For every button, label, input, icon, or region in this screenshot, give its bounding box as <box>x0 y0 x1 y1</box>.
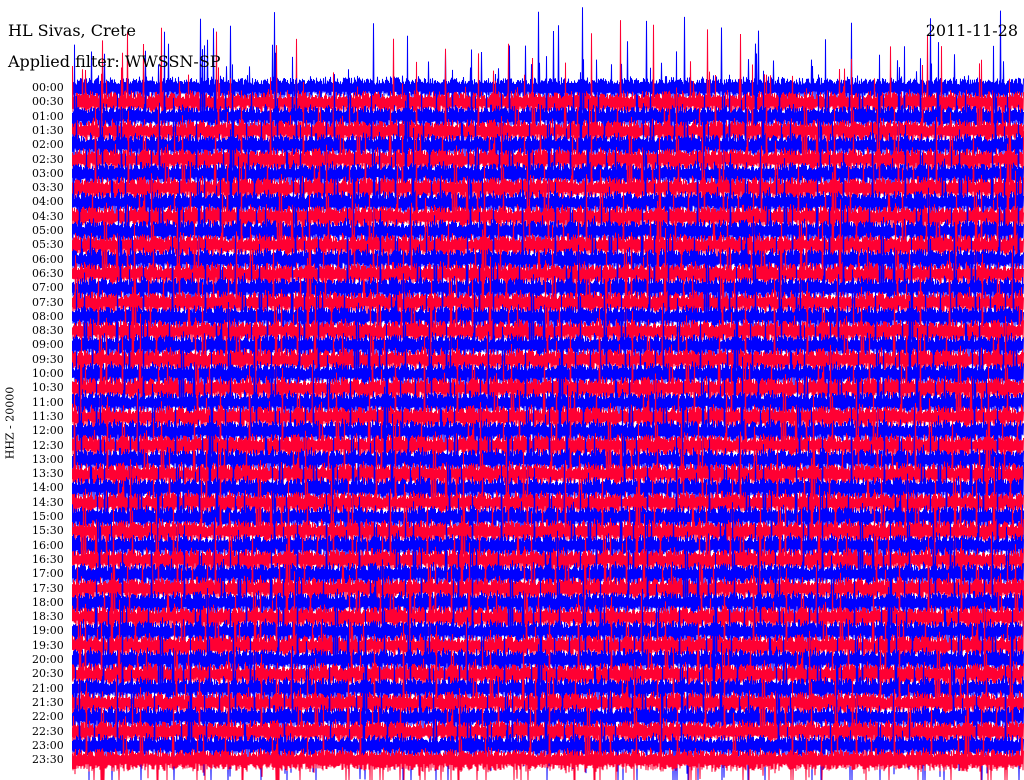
hour-tick-label: 15:30 <box>32 524 64 538</box>
hour-tick-label: 05:00 <box>32 224 64 237</box>
hour-tick-label: 07:30 <box>32 295 64 309</box>
hour-tick-label: 12:30 <box>32 438 64 452</box>
hour-tick-label: 07:00 <box>32 281 64 295</box>
hour-tick-label: 06:30 <box>32 266 64 280</box>
filter-label: Applied filter: WWSSN-SP <box>8 52 221 71</box>
hour-tick-label: 14:30 <box>32 495 64 509</box>
hour-tick-label: 23:30 <box>32 753 64 767</box>
hour-tick-label: 21:00 <box>32 681 64 695</box>
hour-tick-label: 02:00 <box>32 138 64 152</box>
hour-tick-label: 08:30 <box>32 324 64 338</box>
hour-tick-label: 04:30 <box>32 209 64 223</box>
hour-tick-label: 05:30 <box>32 238 64 252</box>
hour-tick-label: 11:00 <box>32 395 64 409</box>
hour-tick-label: 22:30 <box>32 724 64 738</box>
hour-tick-label: 17:00 <box>32 567 64 581</box>
hour-tick-label: 20:30 <box>32 667 64 681</box>
trace-canvas <box>72 7 1024 780</box>
hour-tick-label: 06:00 <box>32 252 64 266</box>
hour-tick-label: 17:30 <box>32 581 64 595</box>
hour-tick-label: 01:00 <box>32 109 64 123</box>
hour-tick-label: 03:00 <box>32 166 64 180</box>
hour-tick-label: 02:30 <box>32 152 64 166</box>
hour-tick-label: 16:30 <box>32 552 64 566</box>
date-label: 2011-11-28 <box>925 21 1018 40</box>
hour-tick-label: 03:30 <box>32 181 64 195</box>
helicorder-plot <box>72 0 1024 780</box>
hour-tick-label: 10:00 <box>32 367 64 380</box>
hour-tick-label: 00:00 <box>32 81 64 94</box>
hour-tick-label: 19:30 <box>32 638 64 652</box>
hour-tick-label: 18:30 <box>32 610 64 624</box>
hour-tick-label: 15:00 <box>32 510 64 523</box>
hour-tick-label: 14:00 <box>32 481 64 495</box>
hour-tick-label: 13:30 <box>32 467 64 481</box>
hour-tick-label: 13:00 <box>32 452 64 466</box>
hour-tick-label: 09:00 <box>32 338 64 352</box>
hour-tick-label: 19:00 <box>32 624 64 638</box>
hour-tick-label: 16:00 <box>32 538 64 552</box>
hour-tick-label: 21:30 <box>32 695 64 709</box>
hour-tick-label: 04:00 <box>32 195 64 209</box>
hour-tick-label: 20:00 <box>32 653 64 666</box>
hour-tick-label: 00:30 <box>32 95 64 109</box>
hour-tick-label: 12:00 <box>32 424 64 438</box>
hour-tick-label: 23:00 <box>32 738 64 752</box>
hour-tick-label: 18:00 <box>32 595 64 609</box>
station-title: HL Sivas, Crete <box>8 21 136 40</box>
hour-tick-label: 09:30 <box>32 352 64 366</box>
hour-tick-label: 08:00 <box>32 309 64 323</box>
hour-tick-label: 10:30 <box>32 381 64 395</box>
hour-tick-label: 01:30 <box>32 123 64 137</box>
channel-axis-label: HHZ - 20000 <box>3 386 17 460</box>
hour-tick-label: 22:00 <box>32 710 64 724</box>
hour-tick-label: 11:30 <box>32 409 64 423</box>
